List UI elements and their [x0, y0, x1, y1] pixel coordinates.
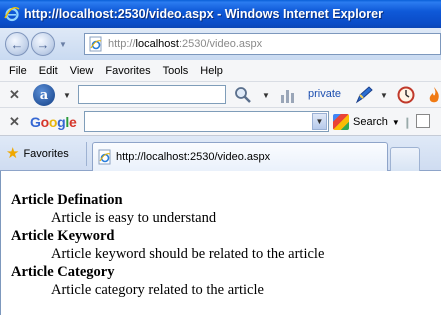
google-search-dropdown[interactable]: ▼ — [312, 113, 327, 130]
favorites-button[interactable]: ★ Favorites — [6, 146, 69, 161]
google-search-label: Search — [353, 116, 388, 128]
tab-bar: ★ Favorites http://localhost:2530/video.… — [0, 136, 441, 171]
window-title: http://localhost:2530/video.aspx - Windo… — [24, 7, 383, 21]
address-url: http://localhost:2530/video.aspx — [108, 38, 263, 50]
definition-description: Article category related to the article — [51, 282, 264, 298]
back-button[interactable]: ← — [5, 32, 29, 56]
bar-chart-icon[interactable] — [280, 87, 296, 103]
menu-help[interactable]: Help — [194, 65, 229, 77]
toolbar-options-icon[interactable] — [416, 114, 430, 128]
clock-icon[interactable] — [396, 85, 416, 105]
star-icon: ★ — [6, 145, 20, 162]
navigation-bar: ← → ▼ http://localhost:2530/video.aspx — [0, 28, 441, 60]
new-tab-button[interactable] — [390, 147, 420, 171]
menu-view[interactable]: View — [64, 65, 100, 77]
internet-explorer-icon — [4, 6, 20, 22]
close-google-toolbar-icon[interactable]: ✕ — [9, 114, 20, 130]
menu-file[interactable]: File — [3, 65, 33, 77]
pencil-dropdown[interactable]: ▼ — [380, 91, 388, 100]
tab-title: http://localhost:2530/video.aspx — [116, 151, 271, 163]
menu-favorites[interactable]: Favorites — [99, 65, 156, 77]
ie-page-icon — [98, 149, 111, 165]
definition-term: Article Category — [11, 264, 115, 280]
tab-divider — [86, 142, 87, 166]
ask-toolbar: ✕ a ▼ ▼ private ▼ — [0, 82, 441, 108]
close-toolbar-icon[interactable]: ✕ — [9, 87, 20, 103]
ie-page-icon — [89, 36, 102, 52]
definition-term: Article Defination — [11, 192, 123, 208]
menu-edit[interactable]: Edit — [33, 65, 64, 77]
chevron-down-icon: ▼ — [391, 117, 400, 127]
arrow-left-icon: ← — [10, 36, 24, 52]
definition-description: Article is easy to understand — [51, 210, 217, 226]
arrow-right-icon: → — [36, 36, 50, 52]
ask-logo-icon[interactable]: a — [33, 84, 55, 106]
google-search-input[interactable]: ▼ — [84, 111, 329, 132]
search-icon[interactable] — [234, 86, 252, 104]
toolbar-grip-icon: ❙ — [402, 116, 412, 129]
address-bar[interactable]: http://localhost:2530/video.aspx — [84, 33, 441, 55]
definition-description: Article keyword should be related to the… — [51, 246, 325, 262]
google-search-button[interactable]: Search ▼ ❙ — [333, 114, 412, 130]
active-tab[interactable]: http://localhost:2530/video.aspx — [92, 142, 388, 171]
recent-pages-dropdown[interactable]: ▼ — [59, 40, 67, 49]
definition-list: Article Defination Article is easy to un… — [11, 191, 441, 299]
flame-icon[interactable] — [428, 85, 441, 105]
forward-button[interactable]: → — [31, 32, 55, 56]
pencil-icon[interactable] — [354, 85, 374, 105]
menu-bar: File Edit View Favorites Tools Help — [0, 60, 441, 82]
private-link[interactable]: private — [308, 88, 341, 100]
favorites-label: Favorites — [23, 147, 69, 160]
search-options-dropdown[interactable]: ▼ — [262, 91, 270, 100]
definition-term: Article Keyword — [11, 228, 115, 244]
google-logo[interactable]: Google — [30, 114, 77, 130]
ask-menu-dropdown[interactable]: ▼ — [63, 91, 71, 100]
page-content: Article Defination Article is easy to un… — [0, 171, 441, 315]
menu-tools[interactable]: Tools — [157, 65, 195, 77]
google-g-icon — [333, 114, 349, 130]
google-toolbar: ✕ Google ▼ Search ▼ ❙ — [0, 108, 441, 136]
ask-search-input[interactable] — [78, 85, 226, 104]
window-titlebar: http://localhost:2530/video.aspx - Windo… — [0, 0, 441, 28]
